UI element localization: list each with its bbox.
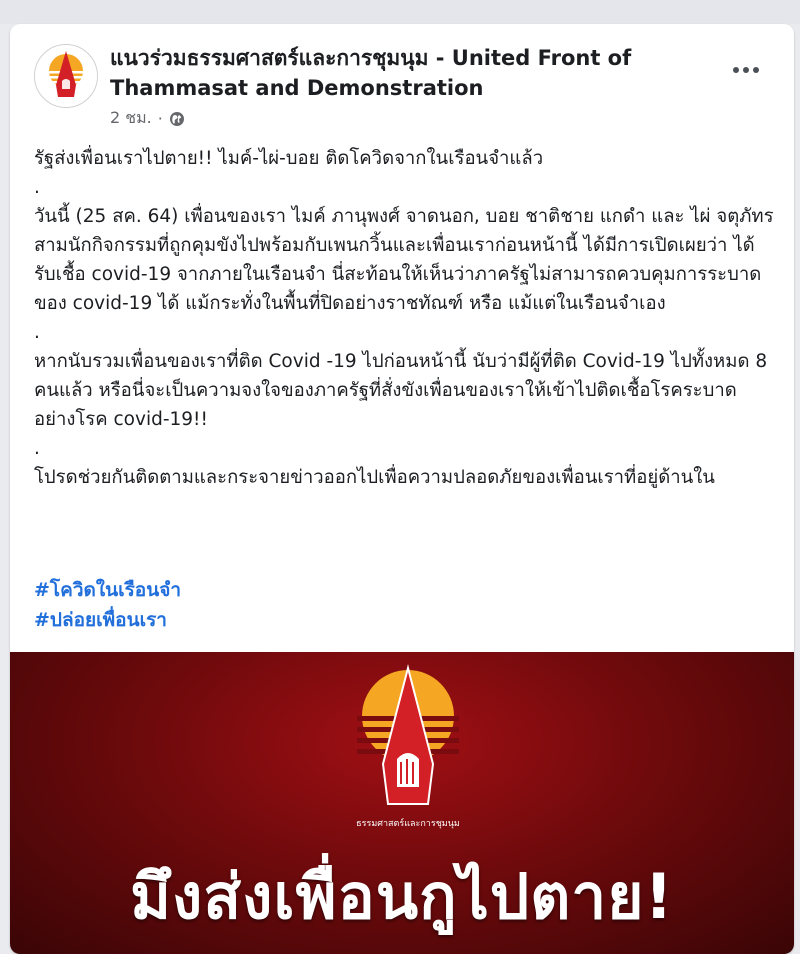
hashtag-link[interactable]: #ปล่อยเพื่อนเรา (34, 605, 181, 635)
page-avatar[interactable] (34, 44, 98, 108)
post-paragraph: หากนับรวมเพื่อนของเราที่ติด Covid -19 ไป… (34, 351, 768, 430)
logo-text: ธรรมศาสตร์และการชุมนุม (356, 817, 460, 829)
meta-separator: · (157, 109, 163, 128)
post-paragraph-divider: . (34, 322, 40, 343)
page-name-link[interactable]: แนวร่วมธรรมศาสตร์และการชุมนุม - United F… (110, 43, 710, 103)
dot-icon (743, 67, 749, 73)
post-paragraph: โปรดช่วยกันติดตามและกระจายข่าวออกไปเพื่อ… (34, 467, 715, 488)
post-paragraph-divider: . (34, 177, 40, 198)
hashtag-link[interactable]: #โควิดในเรือนจำ (34, 575, 181, 605)
globe-icon (169, 111, 184, 126)
post-paragraph-divider: . (34, 438, 40, 459)
post-paragraph: วันนี้ (25 สค. 64) เพื่อนของเรา ไมค์ ภาน… (34, 206, 774, 314)
post-text: รัฐส่งเพื่อนเราไปตาย!! ไมค์-ไผ่-บอย ติดโ… (34, 144, 774, 492)
dot-icon (733, 67, 739, 73)
feed-top-bar (0, 0, 800, 24)
post-timestamp[interactable]: 2 ชม. (110, 106, 152, 131)
post-card: แนวร่วมธรรมศาสตร์และการชุมนุม - United F… (10, 24, 794, 954)
post-meta: 2 ชม. · (110, 106, 185, 131)
hashtag-list: #โควิดในเรือนจำ #ปล่อยเพื่อนเรา (34, 575, 181, 635)
post-paragraph: รัฐส่งเพื่อนเราไปตาย!! ไมค์-ไผ่-บอย ติดโ… (34, 148, 544, 169)
dot-icon (753, 67, 759, 73)
group-logo-icon: ธรรมศาสตร์และการชุมนุม (356, 664, 460, 829)
post-image[interactable]: ธรรมศาสตร์และการชุมนุม มึงส่งเพื่อนกูไปต… (10, 652, 794, 954)
post-header: แนวร่วมธรรมศาสตร์และการชุมนุม - United F… (10, 24, 794, 134)
page-logo-icon (35, 45, 97, 107)
more-options-button[interactable] (728, 60, 764, 80)
image-caption: มึงส่งเพื่อนกูไปตาย! (130, 860, 674, 933)
